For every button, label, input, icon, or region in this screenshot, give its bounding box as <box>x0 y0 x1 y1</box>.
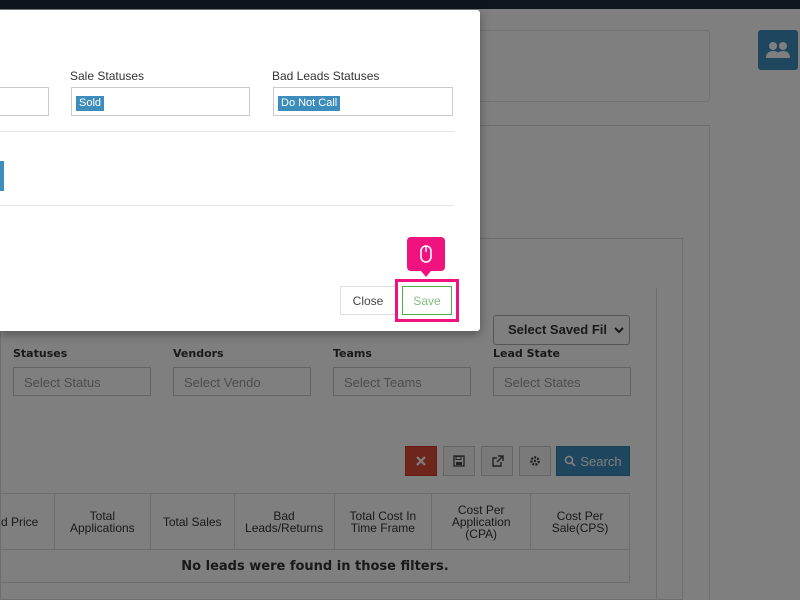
bad-leads-statuses-input[interactable]: Do Not Call <box>273 87 453 116</box>
blue-button-edge[interactable] <box>0 161 4 191</box>
sale-statuses-label: Sale Statuses <box>70 69 145 83</box>
sale-status-token[interactable]: Sold <box>76 96 105 111</box>
bad-leads-status-token[interactable]: Do Not Call <box>278 96 341 111</box>
modal-divider <box>0 131 454 132</box>
close-button[interactable]: Close <box>340 286 396 315</box>
modal-footer-divider <box>0 205 454 206</box>
click-marker <box>407 237 445 277</box>
mouse-icon <box>420 245 432 263</box>
click-target-highlight <box>395 279 459 322</box>
bad-leads-statuses-label: Bad Leads Statuses <box>272 69 380 83</box>
hidden-status-field[interactable] <box>0 87 49 116</box>
sale-statuses-input[interactable]: Sold <box>71 87 250 116</box>
